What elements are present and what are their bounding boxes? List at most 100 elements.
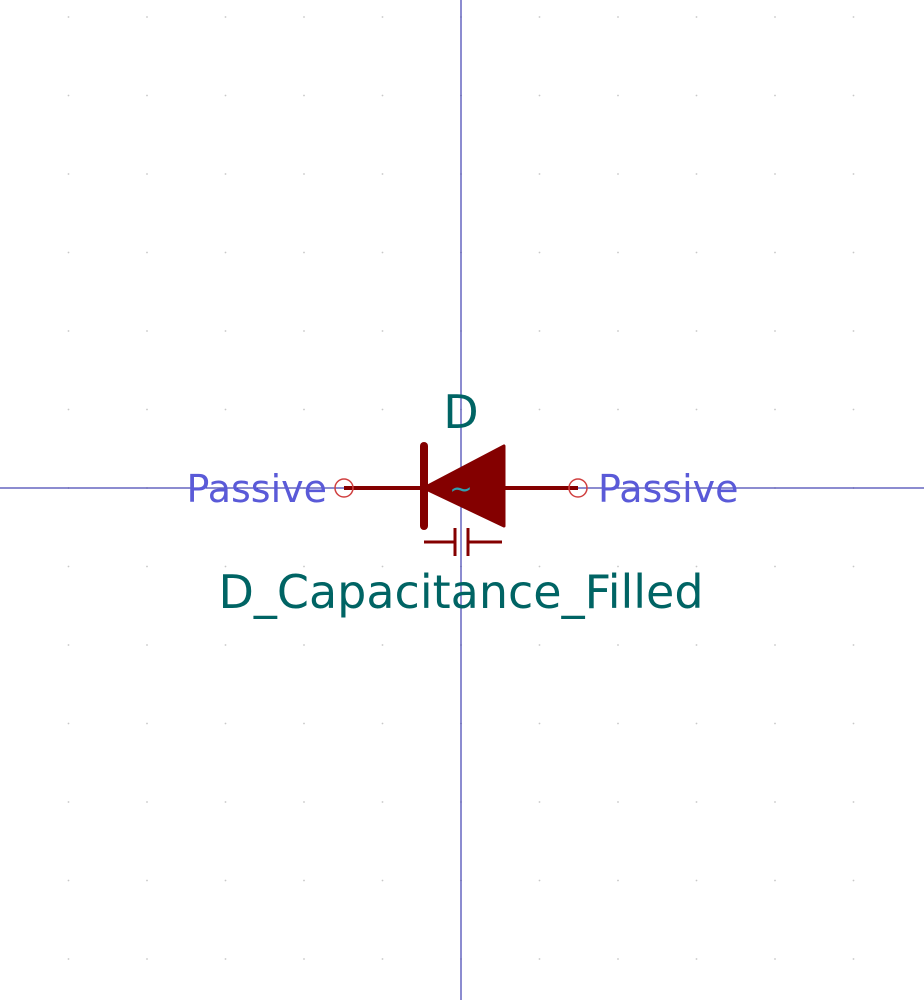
- grid-dot: [146, 722, 148, 725]
- grid-dot: [224, 330, 227, 332]
- grid-dot: [67, 879, 70, 882]
- grid-dot: [538, 94, 541, 97]
- grid-dot: [695, 408, 698, 411]
- grid-dot: [67, 722, 70, 725]
- grid-dot: [852, 801, 855, 803]
- grid-dot: [617, 16, 619, 18]
- grid-dot: [146, 94, 148, 97]
- grid-dot: [381, 173, 384, 175]
- grid-dot: [852, 565, 855, 568]
- grid-dot: [774, 722, 776, 725]
- grid-dot: [381, 644, 384, 646]
- grid-dot: [695, 16, 698, 18]
- grid-dot: [617, 879, 619, 882]
- grid-dot: [303, 801, 305, 803]
- grid-dot: [67, 565, 70, 568]
- grid-dot: [224, 722, 227, 725]
- grid-dot: [381, 94, 384, 97]
- grid-dot: [303, 16, 305, 18]
- left-pin-type-label: Passive: [186, 467, 327, 511]
- schematic-canvas[interactable]: ~ D D_Capacitance_Filled Passive Passive: [0, 0, 924, 1000]
- grid-dot: [224, 958, 227, 960]
- grid-dot: [774, 251, 776, 254]
- grid-dot: [67, 644, 70, 646]
- grid-dot: [617, 251, 619, 254]
- grid-dot: [695, 722, 698, 725]
- grid-dot: [67, 958, 70, 960]
- grid-dot: [146, 958, 148, 960]
- grid-dot: [695, 173, 698, 175]
- grid-dot: [617, 958, 619, 960]
- grid-dot: [146, 801, 148, 803]
- grid-dot: [538, 801, 541, 803]
- grid-dot: [224, 94, 227, 97]
- grid-dot: [224, 408, 227, 411]
- grid-dot: [852, 173, 855, 175]
- grid-dot: [852, 408, 855, 411]
- right-pin-type-label: Passive: [598, 467, 739, 511]
- grid-dot: [617, 408, 619, 411]
- grid-dot: [146, 879, 148, 882]
- grid-dot: [695, 879, 698, 882]
- grid-dot: [538, 644, 541, 646]
- body-tilde-glyph: ~: [449, 472, 472, 505]
- grid-dot: [224, 801, 227, 803]
- grid-dot: [381, 801, 384, 803]
- grid-dot: [303, 722, 305, 725]
- grid-dot: [617, 330, 619, 332]
- grid-dot: [852, 330, 855, 332]
- grid-dot: [695, 330, 698, 332]
- grid-dot: [774, 16, 776, 18]
- grid-dot: [774, 879, 776, 882]
- grid-dot: [303, 879, 305, 882]
- grid-dot: [146, 644, 148, 646]
- grid-dot: [774, 801, 776, 803]
- grid-dot: [224, 251, 227, 254]
- grid-dot: [695, 251, 698, 254]
- grid-dot: [695, 644, 698, 646]
- grid-dot: [146, 330, 148, 332]
- grid-dot: [852, 644, 855, 646]
- grid-dot: [381, 722, 384, 725]
- grid-dot: [538, 173, 541, 175]
- grid-dot: [538, 879, 541, 882]
- grid-dot: [381, 251, 384, 254]
- grid-dot: [303, 251, 305, 254]
- grid-dot: [852, 251, 855, 254]
- grid-dot: [695, 958, 698, 960]
- grid-dot: [538, 408, 541, 411]
- grid-dot: [146, 251, 148, 254]
- grid-dot: [224, 173, 227, 175]
- grid-dot: [67, 408, 70, 411]
- grid-dot: [774, 644, 776, 646]
- grid-dot: [303, 408, 305, 411]
- grid-dot: [303, 644, 305, 646]
- grid-dot: [695, 94, 698, 97]
- grid-dot: [381, 408, 384, 411]
- grid-dot: [303, 330, 305, 332]
- grid-dot: [538, 16, 541, 18]
- grid-dot: [146, 173, 148, 175]
- grid-dot: [852, 879, 855, 882]
- grid-dot: [695, 801, 698, 803]
- grid-dot: [146, 16, 148, 18]
- grid-dot: [303, 173, 305, 175]
- grid-dot: [67, 94, 70, 97]
- grid-dot: [303, 94, 305, 97]
- grid-dot: [538, 958, 541, 960]
- grid-dot: [146, 408, 148, 411]
- symbol-value-field[interactable]: D_Capacitance_Filled: [218, 565, 703, 619]
- grid-dot: [538, 722, 541, 725]
- grid-dot: [67, 251, 70, 254]
- grid-dot: [67, 801, 70, 803]
- grid-dot: [303, 958, 305, 960]
- grid-dot: [617, 94, 619, 97]
- reference-designator[interactable]: D: [443, 385, 478, 439]
- grid-dot: [381, 958, 384, 960]
- grid-dot: [67, 16, 70, 18]
- grid-dot: [852, 958, 855, 960]
- grid-dot: [852, 16, 855, 18]
- grid-dot: [774, 330, 776, 332]
- grid-dot: [381, 16, 384, 18]
- grid-dot: [381, 879, 384, 882]
